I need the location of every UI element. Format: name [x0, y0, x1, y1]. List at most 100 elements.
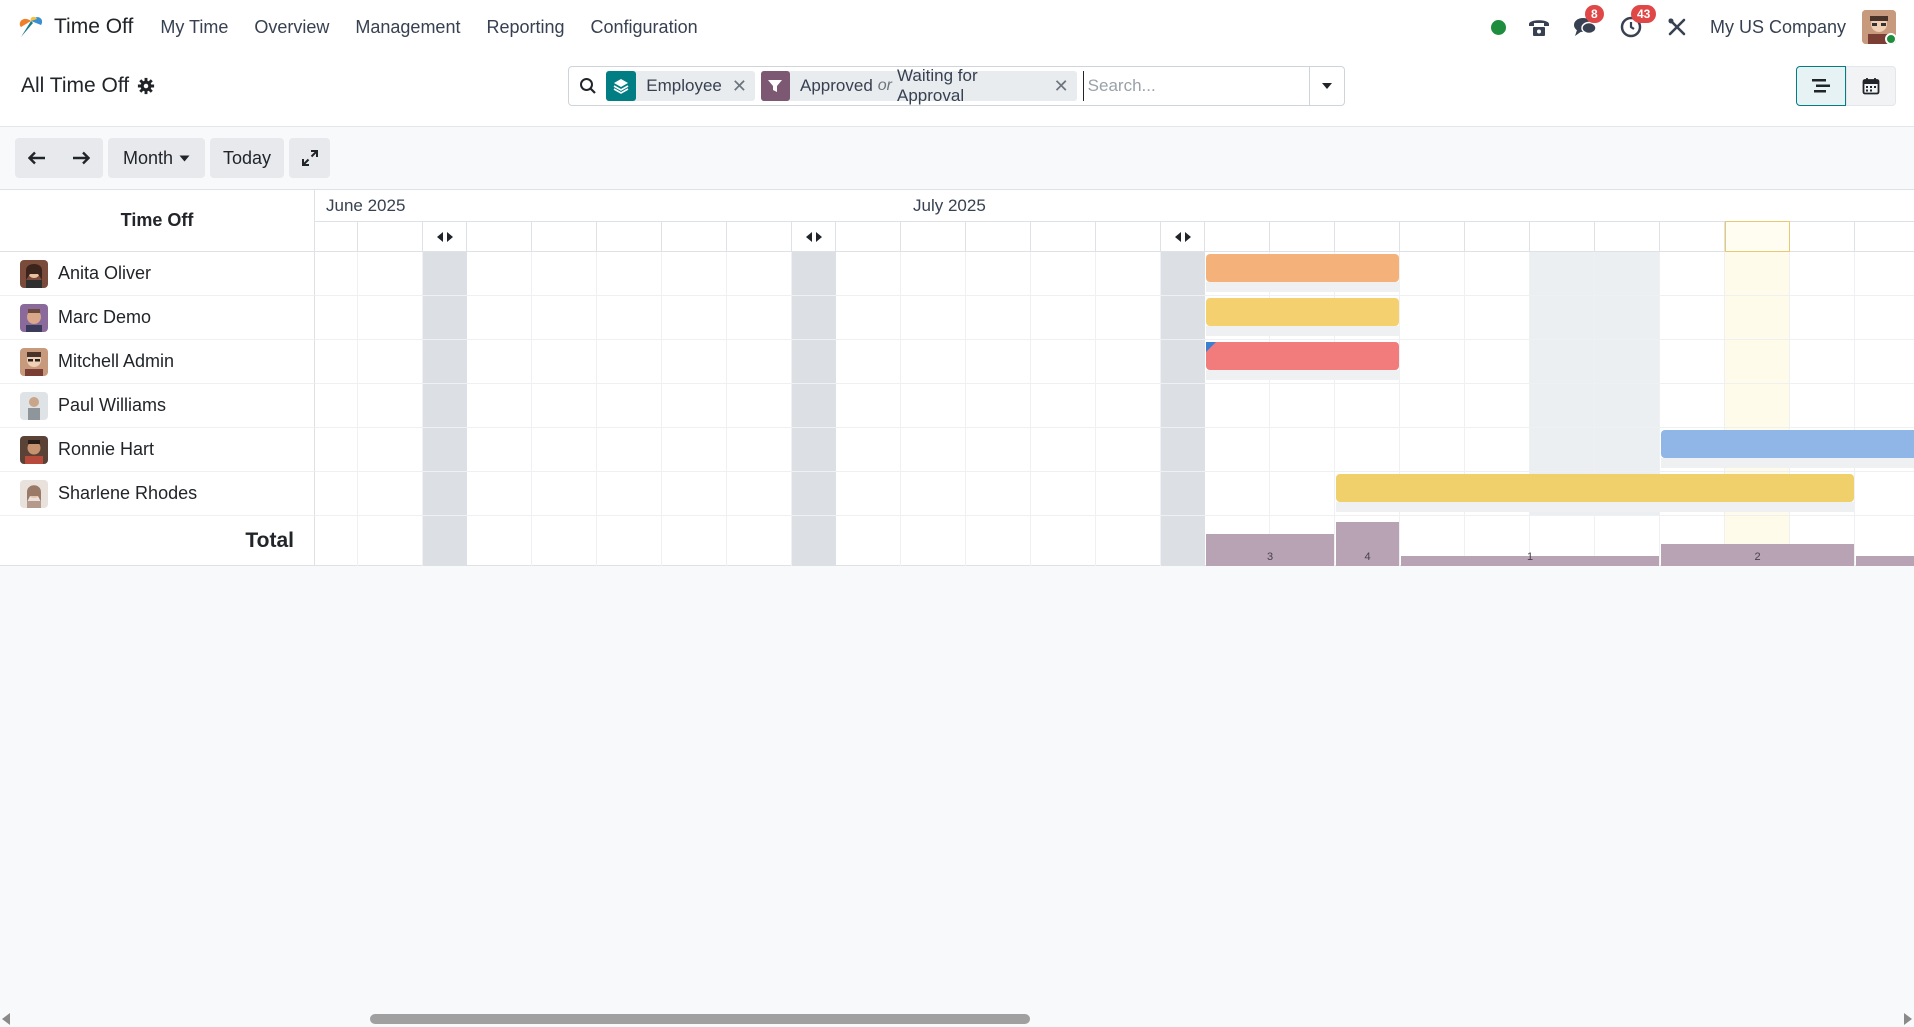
calendar-view-button[interactable]	[1846, 66, 1896, 106]
total-bar: 2	[1661, 544, 1854, 566]
gantt-view-button[interactable]	[1796, 66, 1846, 106]
pill-shadow	[1206, 370, 1399, 380]
row-paul-williams[interactable]: Paul Williams	[0, 384, 315, 428]
day-header-27	[727, 221, 792, 252]
chat-badge: 8	[1584, 5, 1604, 23]
scale-dropdown[interactable]: Month	[108, 138, 205, 178]
row-sharlene-rhodes[interactable]: Sharlene Rhodes	[0, 472, 315, 516]
expand-rows-button[interactable]	[289, 138, 330, 178]
day-header-13	[1595, 221, 1660, 252]
menu-overview[interactable]: Overview	[254, 17, 329, 38]
column-divider	[1854, 252, 1855, 566]
day-header-25	[597, 221, 662, 252]
collapsed-days-column	[423, 252, 467, 566]
day-header-03	[1031, 221, 1096, 252]
row-name: Ronnie Hart	[58, 439, 155, 459]
scroll-right-icon[interactable]	[1904, 1013, 1912, 1025]
pill-shadow	[1206, 282, 1399, 292]
time-off-pill[interactable]	[1206, 254, 1399, 282]
filter-facet-status: Approved or Waiting for Approval ✕	[760, 66, 1077, 105]
previous-period-button[interactable]	[15, 138, 59, 178]
row-divider	[315, 339, 1914, 340]
scale-label: Month	[122, 147, 174, 168]
column-divider	[1789, 252, 1790, 566]
search-input[interactable]	[1082, 71, 1309, 101]
search-icon[interactable]	[569, 67, 606, 105]
day-header-24	[532, 221, 597, 252]
filter-icon	[760, 71, 790, 101]
column-divider	[357, 252, 358, 566]
collapse-arrows-icon	[1174, 231, 1191, 242]
time-off-pill[interactable]	[1206, 298, 1399, 326]
remove-facet-icon[interactable]: ✕	[1054, 76, 1069, 97]
day-header-19	[315, 221, 358, 252]
collapse-arrows-icon	[436, 231, 453, 242]
gear-icon[interactable]	[137, 77, 155, 95]
column-divider	[1464, 252, 1465, 566]
phone-icon[interactable]	[1526, 14, 1552, 40]
day-header-14	[1660, 221, 1725, 252]
menu-reporting[interactable]: Reporting	[486, 17, 564, 38]
page-title: All Time Off	[21, 74, 130, 97]
control-panel: All Time Off Employee ✕ Approved or Wait…	[0, 54, 1914, 127]
arrow-right-icon	[73, 151, 90, 165]
time-off-app-icon[interactable]	[16, 12, 46, 42]
avatar	[20, 303, 48, 332]
app-name[interactable]: Time Off	[54, 15, 133, 39]
collapsed-days-toggle[interactable]	[792, 221, 836, 252]
row-mitchell-admin[interactable]: Mitchell Admin	[0, 340, 315, 384]
column-divider	[1529, 252, 1530, 566]
horizontal-scrollbar[interactable]	[0, 1010, 1914, 1027]
arrow-left-icon	[28, 151, 45, 165]
company-switcher[interactable]: My US Company	[1710, 17, 1846, 38]
debug-tools-icon[interactable]	[1664, 14, 1690, 40]
next-period-button[interactable]	[59, 138, 103, 178]
today-button[interactable]: Today	[210, 138, 284, 178]
column-divider	[726, 252, 727, 566]
row-ronnie-hart[interactable]: Ronnie Hart	[0, 428, 315, 472]
avatar	[20, 435, 48, 464]
chat-icon[interactable]: 8	[1572, 5, 1604, 40]
column-divider	[1399, 252, 1400, 566]
total-count: 4	[1364, 551, 1371, 563]
time-off-pill[interactable]	[1336, 474, 1854, 502]
day-header-08	[1270, 221, 1335, 252]
gantt-icon	[1812, 79, 1830, 93]
column-divider	[1724, 252, 1725, 566]
time-off-pill[interactable]	[1206, 342, 1399, 370]
day-header-17	[1855, 221, 1914, 252]
time-off-pill[interactable]	[1661, 430, 1914, 458]
collapsed-days-toggle[interactable]	[1161, 221, 1205, 252]
row-marc-demo[interactable]: Marc Demo	[0, 296, 315, 340]
column-divider	[531, 252, 532, 566]
day-header-12	[1530, 221, 1595, 252]
activity-badge: 43	[1630, 5, 1657, 23]
presence-status-icon[interactable]	[1490, 19, 1506, 35]
column-divider	[1594, 252, 1595, 566]
collapsed-days-column	[792, 252, 836, 566]
scroll-left-icon[interactable]	[2, 1013, 10, 1025]
user-avatar[interactable]	[1862, 10, 1896, 44]
menu-my-time[interactable]: My Time	[160, 17, 228, 38]
menu-management[interactable]: Management	[355, 17, 460, 38]
total-bar	[1856, 556, 1914, 566]
day-header-04	[1096, 221, 1161, 252]
activity-clock-icon[interactable]: 43	[1618, 5, 1657, 40]
groupby-facet-employee: Employee ✕	[606, 71, 755, 101]
avatar	[20, 479, 48, 508]
total-row-label: Total	[0, 516, 315, 566]
facet-or: or	[877, 77, 893, 94]
scrollbar-thumb[interactable]	[370, 1014, 1030, 1024]
search-options-toggle[interactable]	[1308, 67, 1344, 105]
total-bar: 1	[1401, 551, 1659, 566]
column-divider	[1095, 252, 1096, 566]
remove-facet-icon[interactable]: ✕	[732, 76, 747, 97]
row-anita-oliver[interactable]: Anita Oliver	[0, 252, 315, 296]
day-header-01	[901, 221, 966, 252]
menu-configuration[interactable]: Configuration	[591, 17, 698, 38]
day-header-09	[1335, 221, 1400, 252]
collapsed-days-toggle[interactable]	[423, 221, 467, 252]
pill-shadow	[1661, 458, 1914, 468]
row-divider	[315, 383, 1914, 384]
collapsed-days-column	[1161, 252, 1205, 566]
